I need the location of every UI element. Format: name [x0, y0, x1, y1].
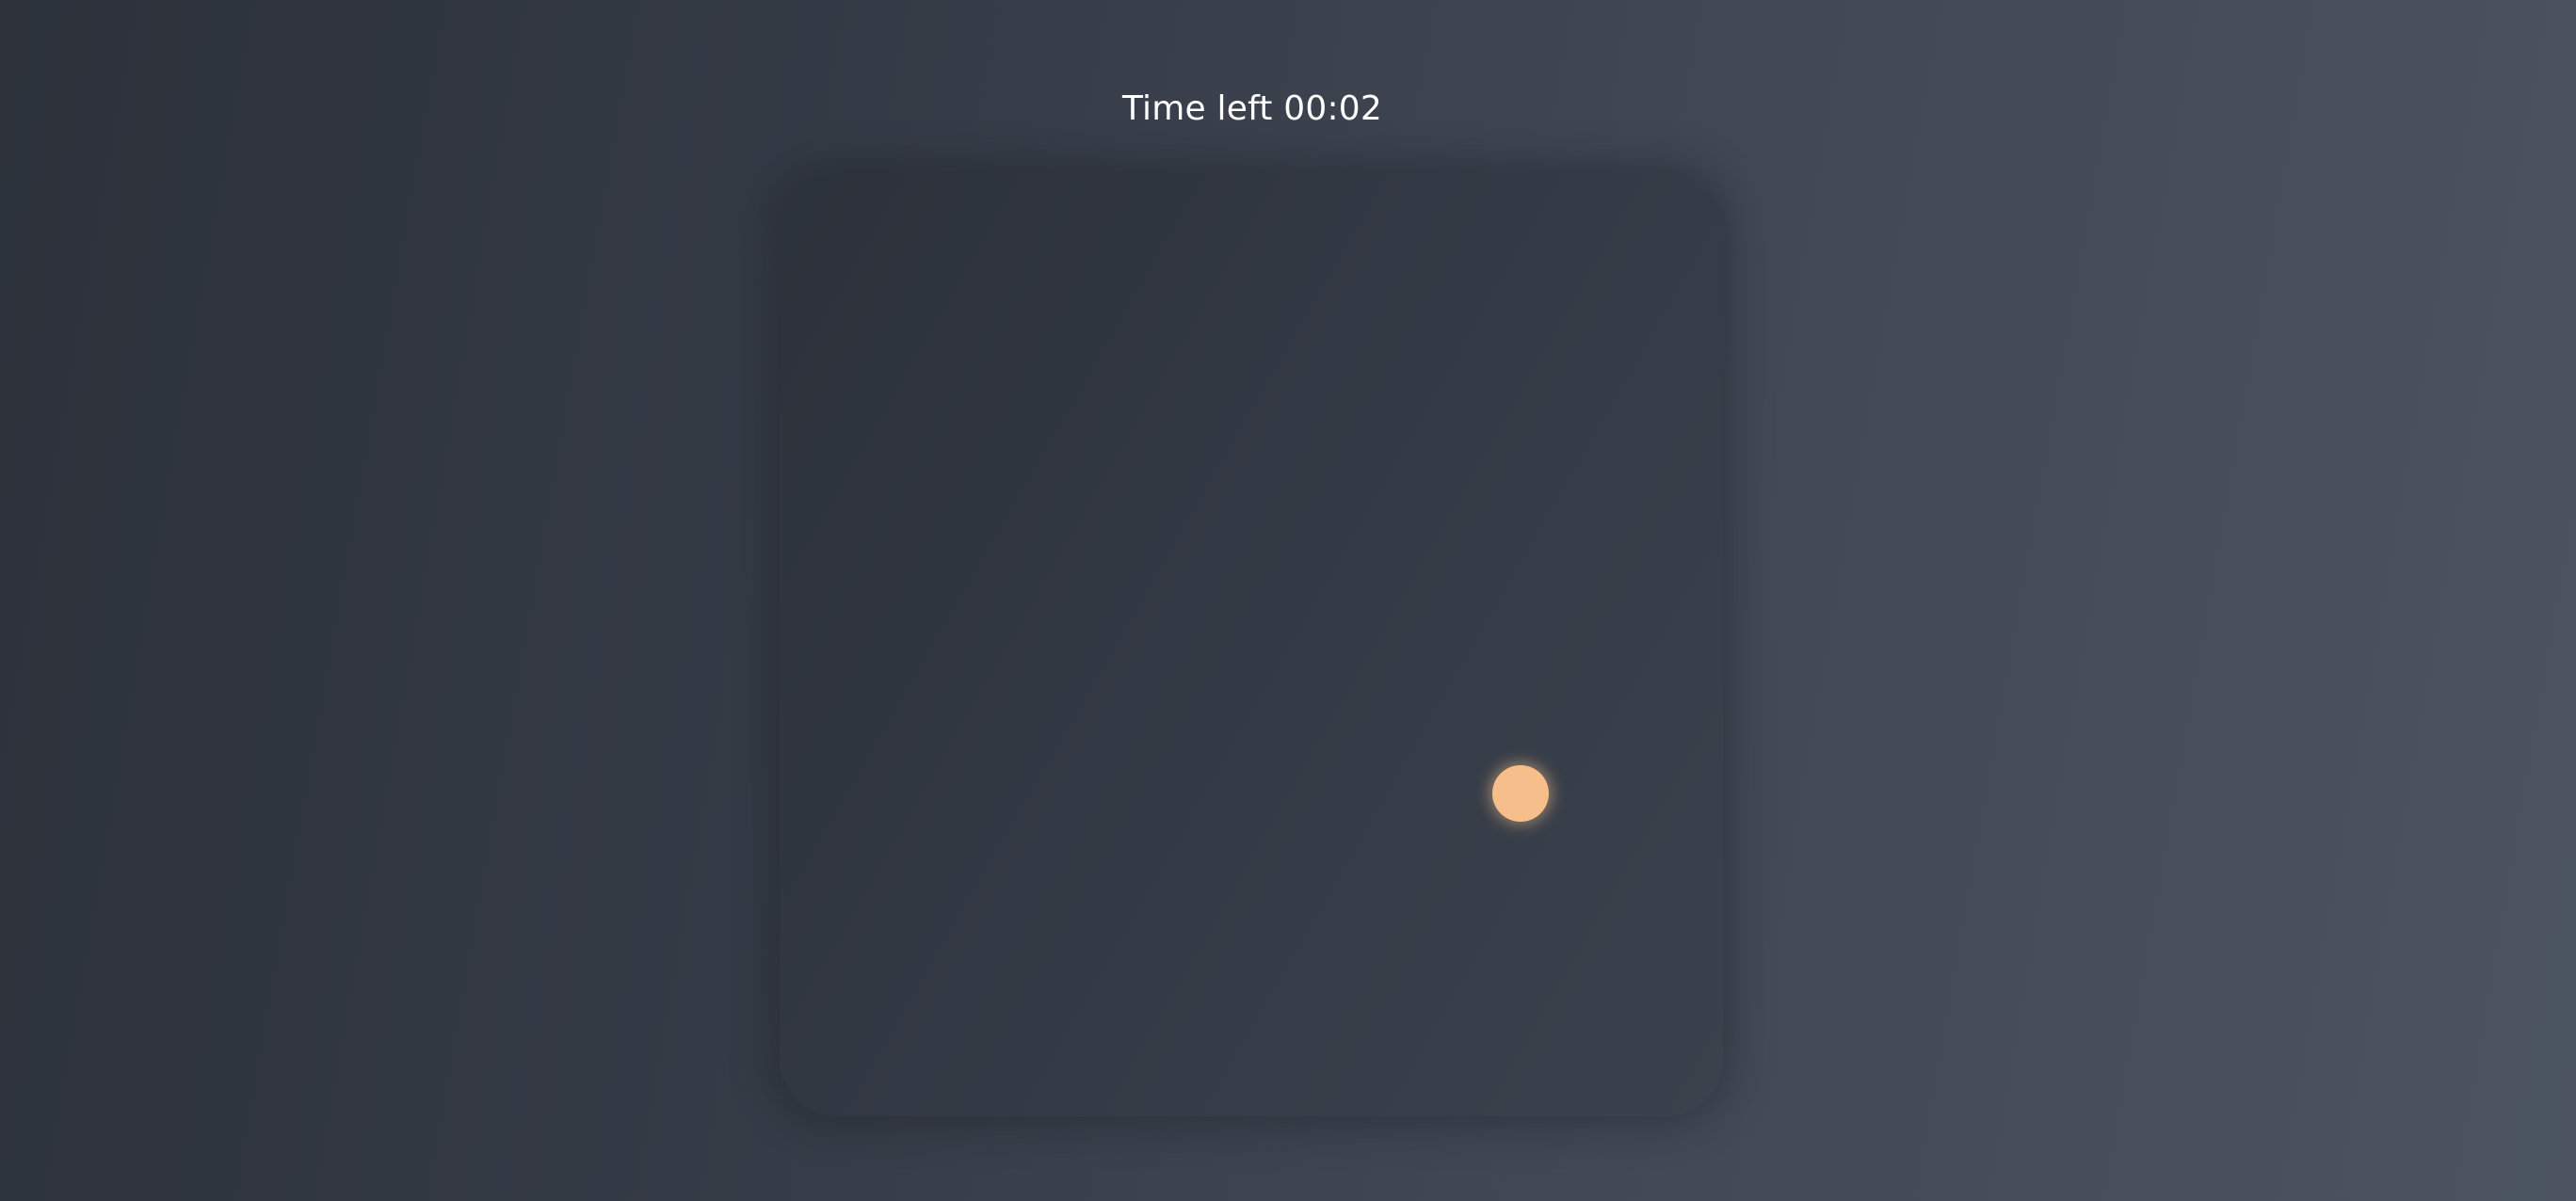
game-board[interactable] — [780, 173, 1723, 1116]
target-dot[interactable] — [1492, 765, 1549, 822]
timer-display: Time left 00:02 — [1121, 89, 1383, 128]
